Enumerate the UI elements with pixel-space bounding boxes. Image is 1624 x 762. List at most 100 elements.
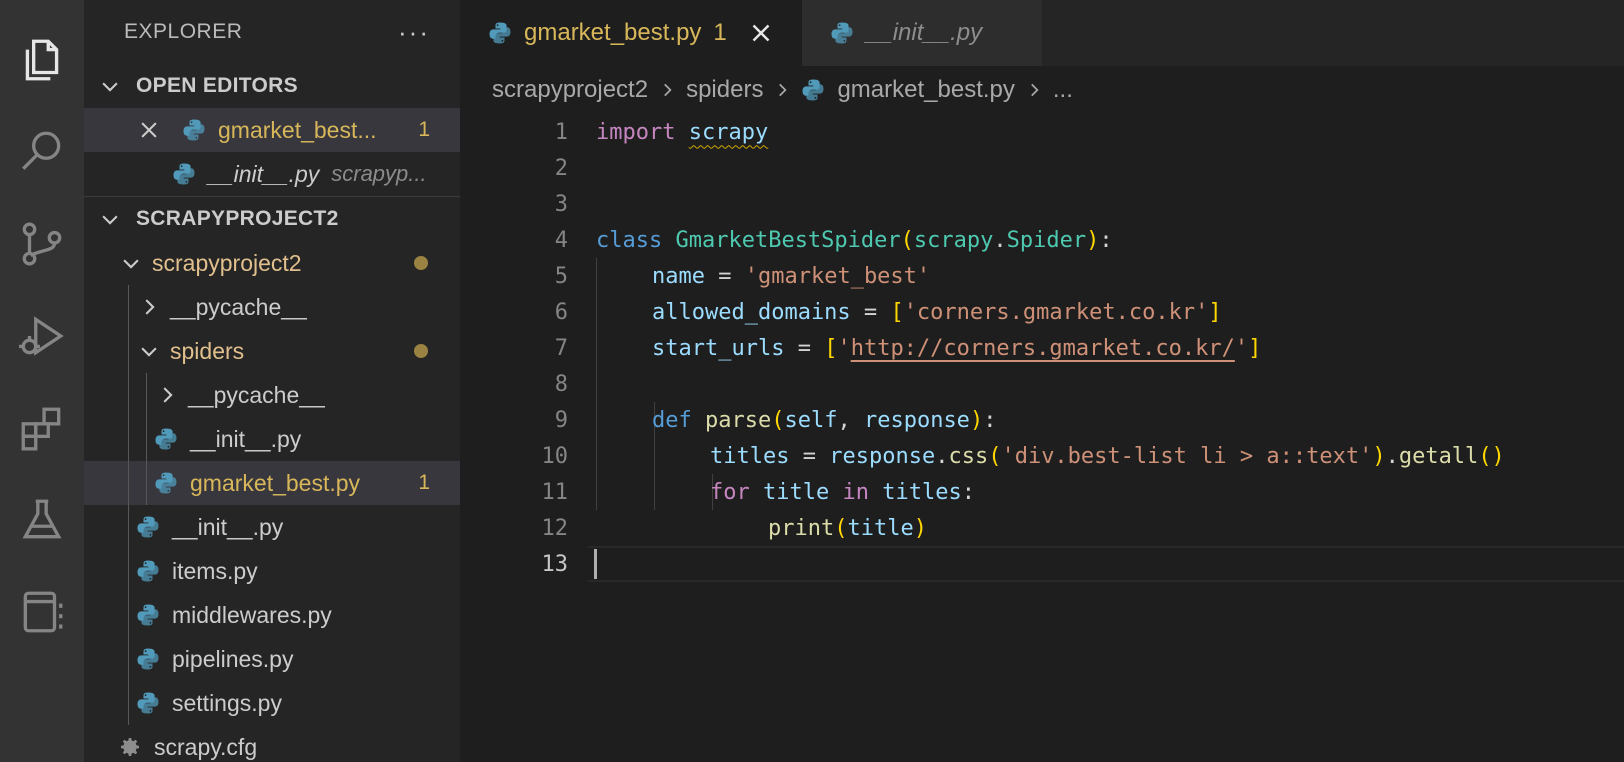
tree-label: __init__.py — [190, 425, 302, 452]
chevron-right-icon — [664, 83, 672, 97]
editor-area: gmarket_best.py 1 __init__.py scrapyproj… — [460, 0, 1624, 762]
tree-file-settings[interactable]: settings.py — [84, 681, 460, 725]
open-editor-item[interactable]: __init__.py scrapyp... — [84, 152, 460, 196]
line-number: 1 — [554, 119, 568, 145]
extensions-button[interactable] — [0, 382, 84, 474]
source-control-button[interactable] — [0, 198, 84, 290]
open-editor-label: __init__.py — [208, 160, 320, 187]
run-debug-icon — [19, 316, 64, 356]
chevron-right-icon — [779, 83, 788, 97]
tab-init[interactable]: __init__.py — [802, 0, 1042, 66]
run-debug-button[interactable] — [0, 290, 84, 382]
code-line: 1 import scrapy — [460, 114, 1624, 150]
more-actions-button[interactable]: ··· — [398, 17, 430, 48]
breadcrumb-item[interactable]: gmarket_best.py — [837, 76, 1014, 104]
chevron-down-icon — [141, 347, 157, 357]
explorer-header: EXPLORER ··· — [84, 0, 460, 64]
testing-button[interactable] — [0, 474, 84, 566]
explorer-title: EXPLORER — [124, 20, 243, 43]
line-number: 5 — [554, 263, 568, 289]
code-line: 7 start_urls = ['http://corners.gmarket.… — [460, 330, 1624, 366]
project-header[interactable]: SCRAPYPROJECT2 — [84, 197, 460, 241]
problems-badge: 1 — [418, 471, 430, 494]
tree-folder-pycache[interactable]: __pycache__ — [84, 285, 460, 329]
tree-label: __pycache__ — [170, 293, 307, 320]
python-file-icon — [155, 472, 177, 494]
modified-dot — [414, 256, 428, 270]
tree-file-middlewares[interactable]: middlewares.py — [84, 593, 460, 637]
tree-file-pipelines[interactable]: pipelines.py — [84, 637, 460, 681]
notebook-button[interactable] — [0, 566, 84, 658]
source-control-icon — [22, 222, 62, 266]
files-icon — [25, 39, 59, 81]
python-file-icon — [137, 692, 159, 714]
python-file-icon — [137, 604, 159, 626]
line-number: 10 — [541, 443, 569, 469]
tree-file-init[interactable]: __init__.py — [84, 417, 460, 461]
close-icon[interactable] — [138, 119, 160, 141]
open-editors-header[interactable]: OPEN EDITORS — [84, 64, 460, 108]
open-editor-item[interactable]: gmarket_best... 1 — [84, 108, 460, 152]
line-number: 7 — [554, 335, 568, 361]
line-number: 3 — [554, 191, 568, 217]
chevron-down-icon — [123, 259, 139, 269]
code-line: 9 def parse(self, response): — [460, 402, 1624, 438]
line-number: 2 — [554, 155, 568, 181]
explorer-sidebar: EXPLORER ··· OPEN EDITORS gmarket_best..… — [84, 0, 460, 762]
python-file-icon — [489, 22, 511, 44]
problems-badge: 1 — [713, 19, 727, 46]
code-line: 8 — [460, 366, 1624, 402]
chevron-right-icon — [163, 387, 173, 403]
tree-file-scrapy-cfg[interactable]: scrapy.cfg — [84, 725, 460, 762]
open-editor-path: scrapyp... — [331, 161, 427, 186]
tree-label: middlewares.py — [172, 601, 332, 628]
python-file-icon — [137, 648, 159, 670]
python-file-icon — [137, 560, 159, 582]
tree-label: pipelines.py — [172, 645, 294, 672]
code-line: 6 allowed_domains = ['corners.gmarket.co… — [460, 294, 1624, 330]
chevron-down-icon — [102, 82, 118, 92]
close-icon[interactable] — [749, 21, 773, 45]
tree-label: items.py — [172, 557, 258, 584]
line-number: 6 — [554, 299, 568, 325]
tree-folder-scrapyproject2[interactable]: scrapyproject2 — [84, 241, 460, 285]
line-number: 13 — [541, 551, 569, 577]
python-file-icon — [183, 119, 205, 141]
open-editor-label: gmarket_best... — [218, 116, 377, 143]
tab-label: gmarket_best.py — [524, 19, 702, 46]
tab-label: __init__.py — [866, 19, 983, 46]
code-line: 4 class GmarketBestSpider(scrapy.Spider)… — [460, 222, 1624, 258]
tree-label: gmarket_best.py — [190, 469, 361, 496]
tab-gmarket-best[interactable]: gmarket_best.py 1 — [460, 0, 802, 66]
tree-file-gmarket-best[interactable]: gmarket_best.py 1 — [84, 461, 460, 505]
breadcrumb-item[interactable]: scrapyproject2 — [492, 76, 648, 104]
chevron-right-icon — [145, 299, 155, 315]
tree-file-items[interactable]: items.py — [84, 549, 460, 593]
code-editor[interactable]: 1 import scrapy 2 3 4 class GmarketBestS… — [460, 114, 1624, 582]
url-link[interactable]: http://corners.gmarket.co.kr/ — [851, 336, 1235, 361]
gear-icon — [121, 738, 139, 756]
breadcrumb: scrapyproject2 spiders gmarket_best.py .… — [460, 66, 1624, 114]
chevron-right-icon — [1031, 83, 1039, 97]
line-number: 9 — [554, 407, 568, 433]
code-line: 12 print(title) — [460, 510, 1624, 546]
explorer-button[interactable] — [0, 14, 84, 106]
breadcrumb-item[interactable]: spiders — [686, 76, 763, 104]
tree-folder-spiders[interactable]: spiders — [84, 329, 460, 373]
open-editors-title: OPEN EDITORS — [136, 74, 298, 97]
tree-folder-pycache[interactable]: __pycache__ — [84, 373, 460, 417]
search-icon — [22, 131, 61, 170]
search-button[interactable] — [0, 106, 84, 198]
project-title: SCRAPYPROJECT2 — [136, 207, 339, 230]
python-file-icon — [802, 79, 824, 101]
vscode-window: EXPLORER ··· OPEN EDITORS gmarket_best..… — [0, 0, 1624, 762]
tree-label: settings.py — [172, 689, 282, 716]
breadcrumb-item[interactable]: ... — [1053, 76, 1073, 104]
code-line: 11 for title in titles: — [460, 474, 1624, 510]
line-number: 4 — [554, 227, 568, 253]
notebook-icon — [23, 591, 63, 633]
python-file-icon — [173, 163, 195, 185]
code-line: 2 — [460, 150, 1624, 186]
problems-badge: 1 — [418, 118, 430, 141]
tree-file-init[interactable]: __init__.py — [84, 505, 460, 549]
